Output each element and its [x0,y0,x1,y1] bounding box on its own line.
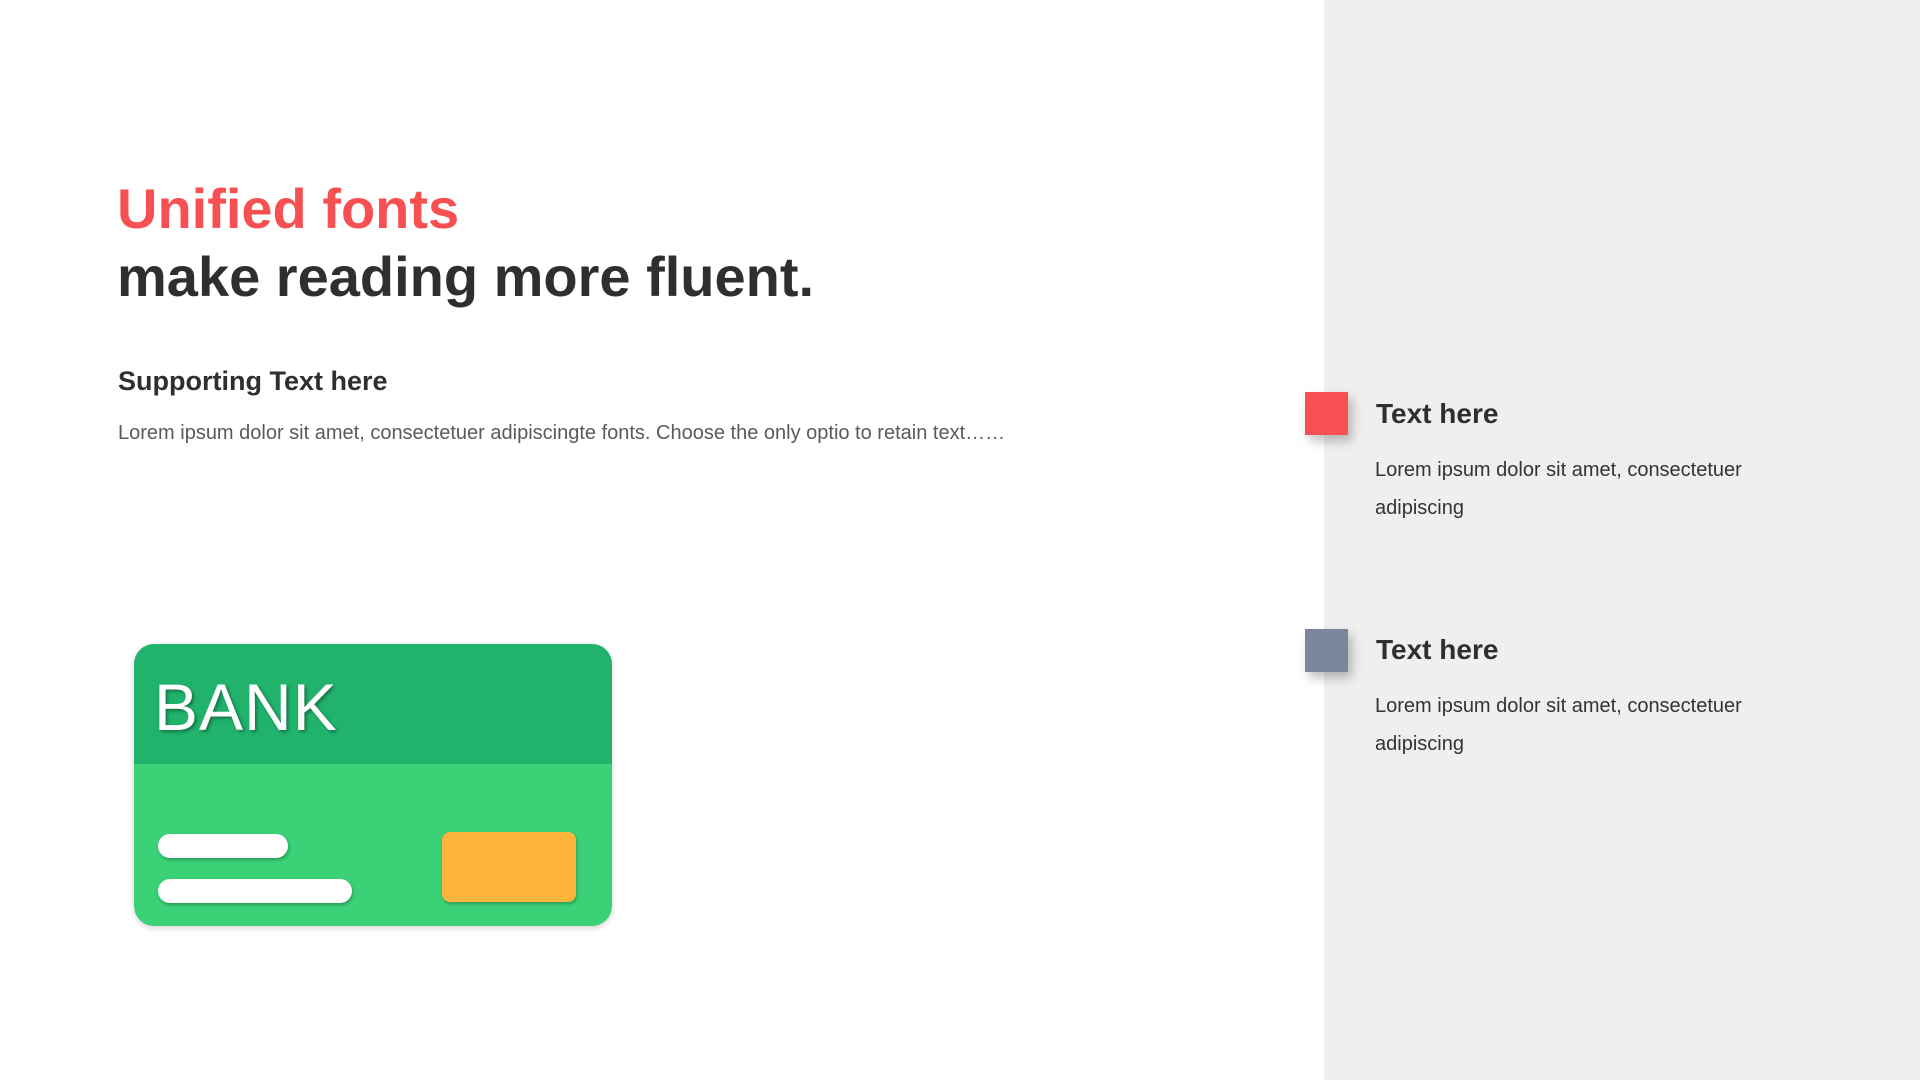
supporting-body: Lorem ipsum dolor sit amet, consectetuer… [118,422,1006,444]
card-stripe-short [158,834,288,858]
right-panel [1324,0,1920,1080]
item-title-1: Text here [1376,398,1499,429]
headline-main: make reading more fluent. [117,245,815,308]
card-stripe-long [158,879,352,903]
item-marker-2 [1305,629,1348,672]
item-desc-1: Lorem ipsum dolor sit amet, consectetuer… [1375,459,1742,519]
item-desc-2: Lorem ipsum dolor sit amet, consectetuer… [1375,695,1742,755]
card-chip [442,832,576,902]
item-title-2: Text here [1376,634,1499,665]
headline-accent: Unified fonts [117,177,460,240]
bank-card-icon: BANK [134,644,612,926]
item-marker-1 [1305,392,1348,435]
supporting-title: Supporting Text here [118,366,388,396]
card-label: BANK [154,670,338,744]
